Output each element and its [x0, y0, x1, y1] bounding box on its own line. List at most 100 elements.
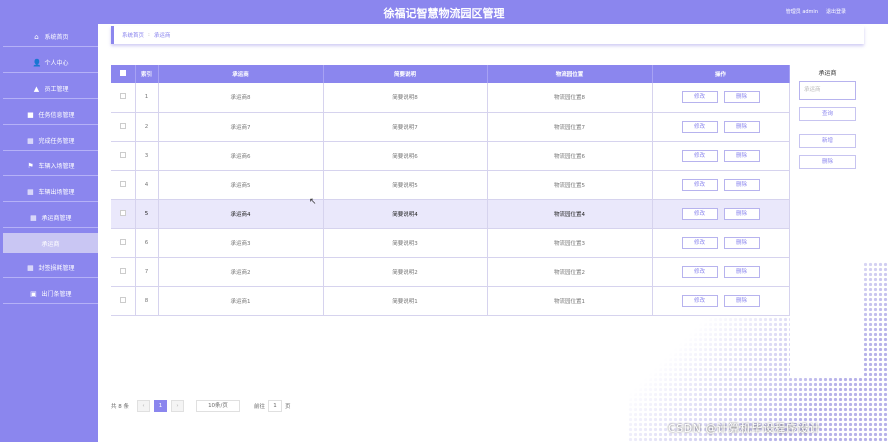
row-checkbox[interactable] [119, 209, 126, 216]
page-number[interactable]: 1 [154, 400, 167, 412]
sidebar-item-3[interactable]: ■ 任务信息管理 [3, 105, 98, 125]
edit-button[interactable]: 修改 [681, 91, 718, 104]
table-row[interactable]: 8 承运商1 简要说明1 物流园位置1 修改 删除 [111, 286, 790, 316]
row-carrier: 承运商5 [158, 170, 324, 200]
edit-button[interactable]: 修改 [681, 236, 718, 249]
logout-link[interactable]: 退出登录 [826, 8, 846, 15]
delete-button[interactable]: 删除 [723, 149, 760, 162]
row-index: 1 [135, 83, 159, 113]
row-description: 简要说明6 [323, 141, 488, 171]
row-actions: 修改 删除 [652, 170, 790, 200]
row-checkbox-cell [111, 112, 136, 142]
carrier-table: 索引 承运商 简要说明 物流园位置 操作 1 承运商8 简要说明8 物流园位置8 修改删… [111, 65, 790, 316]
header-select-all[interactable] [111, 65, 136, 83]
row-actions: 修改 删除 [652, 286, 790, 316]
edit-button[interactable]: 修改 [681, 178, 718, 191]
row-checkbox-cell [111, 199, 136, 229]
sidebar-item-label: 承运商管理 [41, 215, 72, 222]
table-row[interactable]: 5 承运商4 简要说明4 物流园位置4 修改 删除 [111, 199, 790, 229]
row-checkbox-cell [111, 286, 136, 316]
row-actions: 修改 删除 [652, 83, 790, 113]
row-checkbox[interactable] [119, 122, 126, 129]
edit-button[interactable]: 修改 [681, 149, 718, 162]
delete-button[interactable]: 删除 [723, 178, 760, 191]
row-checkbox[interactable] [119, 296, 126, 303]
table-row[interactable]: 4 承运商5 简要说明5 物流园位置5 修改 删除 [111, 170, 790, 200]
row-checkbox[interactable] [119, 93, 126, 100]
grid-icon: ▦ [27, 263, 34, 272]
sidebar-item-label: 封签损耗管理 [38, 265, 75, 272]
row-location: 物流园位置4 [487, 199, 653, 229]
watermark: CSDN @计算机毕设程序设计 [668, 422, 821, 435]
add-button[interactable]: 新增 [799, 134, 856, 148]
sidebar-item-label: 员工管理 [44, 86, 69, 93]
sidebar-item-9[interactable]: ▦ 封签损耗管理 [3, 258, 98, 278]
sidebar-item-0[interactable]: ⌂ 系统首页 [3, 27, 98, 47]
row-index: 7 [135, 257, 159, 287]
grid-icon: ▦ [27, 136, 34, 145]
sidebar-item-7[interactable]: ▦ 承运商管理 [3, 208, 98, 228]
sidebar-item-4[interactable]: ▦ 完成任务管理 [3, 131, 98, 151]
sidebar-item-1[interactable]: 👤 个人中心 [3, 53, 98, 73]
query-button[interactable]: 查询 [799, 107, 856, 121]
app-title: 徐福记智慧物流园区管理 [383, 7, 505, 20]
pagination: 共 8 条 ‹ 1 › 10条/页 前往 1 页 [111, 399, 291, 413]
row-checkbox[interactable] [119, 238, 126, 245]
header-index: 索引 [135, 65, 159, 83]
delete-button[interactable]: 删除 [723, 265, 760, 278]
row-description: 简要说明2 [323, 257, 488, 287]
delete-button[interactable]: 删除 [723, 91, 760, 104]
breadcrumb-home[interactable]: 系统首页 [122, 31, 144, 39]
breadcrumb-current: 承运商 [153, 33, 171, 39]
table-row[interactable]: 7 承运商2 简要说明2 物流园位置2 修改 删除 [111, 257, 790, 287]
row-description: 简要说明7 [323, 112, 488, 142]
table-row[interactable]: 3 承运商6 简要说明6 物流园位置6 修改 删除 [111, 141, 790, 171]
sidebar-item-label: 出门条管理 [41, 291, 72, 298]
row-carrier: 承运商3 [158, 228, 324, 258]
row-checkbox[interactable] [119, 151, 126, 158]
table-row[interactable]: 6 承运商3 简要说明3 物流园位置3 修改 删除 [111, 228, 790, 258]
batch-delete-button[interactable]: 删除 [799, 155, 856, 169]
sidebar-item-label: 完成任务管理 [38, 138, 75, 145]
edit-button[interactable]: 修改 [681, 207, 718, 220]
delete-button[interactable]: 删除 [723, 294, 760, 307]
sidebar-item-5[interactable]: ⚑ 车辆入场管理 [3, 156, 98, 176]
edit-button[interactable]: 修改 [681, 294, 718, 307]
table-row[interactable]: 1 承运商8 简要说明8 物流园位置8 修改 删除 [111, 83, 790, 113]
goto-label: 前往 [254, 404, 266, 410]
next-page-button[interactable]: › [171, 400, 184, 412]
sidebar-item-10[interactable]: ▣ 出门条管理 [3, 284, 98, 304]
search-input[interactable]: 承运商 [799, 81, 856, 100]
edit-button[interactable]: 修改 [681, 120, 718, 133]
row-index: 5 [135, 199, 159, 229]
home-icon: ⌂ [34, 32, 39, 41]
select-all-checkbox[interactable] [119, 70, 126, 76]
row-index: 4 [135, 170, 159, 200]
row-checkbox[interactable] [119, 180, 126, 187]
row-checkbox-cell [111, 257, 136, 287]
table-row[interactable]: 2 承运商7 简要说明7 物流园位置7 修改 删除 [111, 112, 790, 142]
row-index: 8 [135, 286, 159, 316]
edit-button[interactable]: 修改 [681, 265, 718, 278]
sidebar-item-label: 任务信息管理 [38, 112, 75, 119]
delete-button[interactable]: 删除 [723, 236, 760, 249]
row-location: 物流园位置2 [487, 257, 653, 287]
row-description: 简要说明5 [323, 170, 488, 200]
sidebar-item-6[interactable]: ▦ 车辆出场管理 [3, 182, 98, 202]
delete-button[interactable]: 删除 [723, 120, 760, 133]
page-unit-label: 页 [285, 404, 291, 410]
prev-page-button[interactable]: ‹ [137, 400, 150, 412]
row-checkbox[interactable] [119, 267, 126, 274]
row-checkbox-cell [111, 141, 136, 171]
sidebar-item-label: 个人中心 [44, 60, 69, 67]
row-location: 物流园位置6 [487, 141, 653, 171]
page-size-select[interactable]: 10条/页 [196, 400, 240, 412]
row-carrier: 承运商7 [158, 112, 324, 142]
goto-page-input[interactable]: 1 [268, 400, 283, 412]
delete-button[interactable]: 删除 [723, 207, 760, 220]
sidebar-item-2[interactable]: ▲ 员工管理 [3, 79, 98, 99]
row-checkbox-cell [111, 170, 136, 200]
mouse-cursor-icon: ↖ [309, 197, 317, 207]
row-description: 简要说明8 [323, 83, 488, 113]
sidebar-item-8[interactable]: 承运商 [3, 233, 98, 253]
